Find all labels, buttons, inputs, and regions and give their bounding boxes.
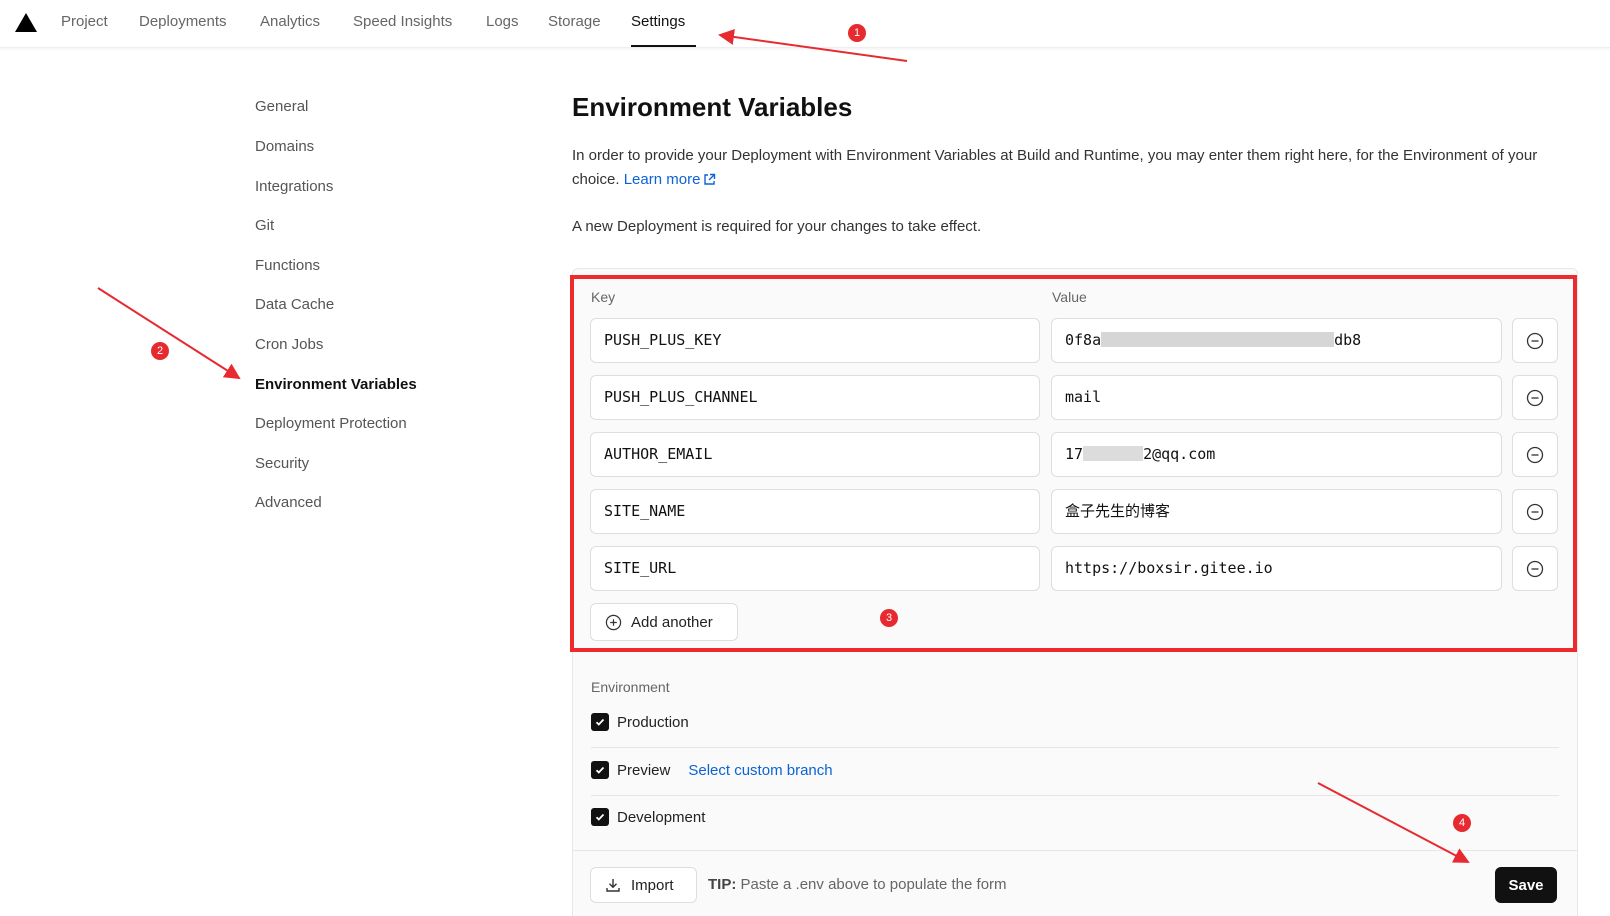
annotation-badge-1: 1 <box>848 24 866 42</box>
annotation-badge-3: 3 <box>880 609 898 627</box>
annotation-badge-4: 4 <box>1453 814 1471 832</box>
annotation-arrow-4 <box>1317 782 1470 863</box>
annotation-arrow-2 <box>97 287 241 380</box>
annotation-arrows <box>97 29 1470 863</box>
annotation-arrow-1 <box>718 29 908 62</box>
annotation-badge-2: 2 <box>151 342 169 360</box>
